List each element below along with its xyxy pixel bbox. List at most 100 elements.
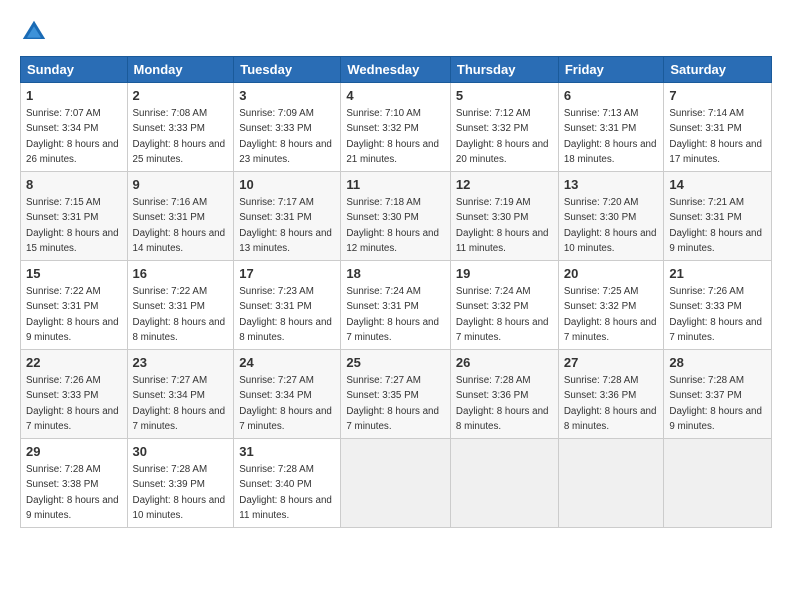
day-number: 31 [239,443,335,461]
calendar-cell: 18 Sunrise: 7:24 AMSunset: 3:31 PMDayligh… [341,261,451,350]
calendar-cell: 2 Sunrise: 7:08 AMSunset: 3:33 PMDaylight… [127,83,234,172]
calendar-cell: 26 Sunrise: 7:28 AMSunset: 3:36 PMDayligh… [450,350,558,439]
day-number: 15 [26,265,122,283]
day-number: 11 [346,176,445,194]
day-info: Sunrise: 7:28 AMSunset: 3:39 PMDaylight:… [133,464,226,521]
calendar-cell: 11 Sunrise: 7:18 AMSunset: 3:30 PMDayligh… [341,172,451,261]
logo [20,18,52,46]
calendar-week-4: 22Sunrise: 7:26 AMSunset: 3:33 PMDayligh… [21,350,772,439]
day-number: 24 [239,354,335,372]
day-number: 1 [26,87,122,105]
day-info: Sunrise: 7:20 AMSunset: 3:30 PMDaylight:… [564,197,657,254]
day-number: 19 [456,265,553,283]
day-info: Sunrise: 7:17 AMSunset: 3:31 PMDaylight:… [239,197,332,254]
calendar-cell: 30Sunrise: 7:28 AMSunset: 3:39 PMDayligh… [127,439,234,528]
calendar-cell: 27Sunrise: 7:28 AMSunset: 3:36 PMDayligh… [558,350,664,439]
day-info: Sunrise: 7:28 AMSunset: 3:38 PMDaylight:… [26,464,119,521]
day-number: 13 [564,176,659,194]
day-info: Sunrise: 7:26 AMSunset: 3:33 PMDaylight:… [669,286,762,343]
day-number: 12 [456,176,553,194]
calendar-cell: 14 Sunrise: 7:21 AMSunset: 3:31 PMDayligh… [664,172,772,261]
day-info: Sunrise: 7:15 AMSunset: 3:31 PMDaylight:… [26,197,119,254]
day-info: Sunrise: 7:14 AMSunset: 3:31 PMDaylight:… [669,108,762,165]
day-info: Sunrise: 7:28 AMSunset: 3:37 PMDaylight:… [669,375,762,432]
day-info: Sunrise: 7:25 AMSunset: 3:32 PMDaylight:… [564,286,657,343]
calendar-cell: 7 Sunrise: 7:14 AMSunset: 3:31 PMDaylight… [664,83,772,172]
day-info: Sunrise: 7:26 AMSunset: 3:33 PMDaylight:… [26,375,119,432]
day-number: 14 [669,176,766,194]
day-info: Sunrise: 7:22 AMSunset: 3:31 PMDaylight:… [26,286,119,343]
day-number: 29 [26,443,122,461]
calendar-cell: 8Sunrise: 7:15 AMSunset: 3:31 PMDaylight… [21,172,128,261]
day-number: 2 [133,87,229,105]
day-number: 27 [564,354,659,372]
calendar-cell: 22Sunrise: 7:26 AMSunset: 3:33 PMDayligh… [21,350,128,439]
day-info: Sunrise: 7:13 AMSunset: 3:31 PMDaylight:… [564,108,657,165]
day-info: Sunrise: 7:21 AMSunset: 3:31 PMDaylight:… [669,197,762,254]
day-number: 17 [239,265,335,283]
header-day-thursday: Thursday [450,57,558,83]
calendar-cell: 15 Sunrise: 7:22 AMSunset: 3:31 PMDayligh… [21,261,128,350]
calendar-cell [450,439,558,528]
day-number: 3 [239,87,335,105]
calendar-cell: 5 Sunrise: 7:12 AMSunset: 3:32 PMDaylight… [450,83,558,172]
day-number: 4 [346,87,445,105]
day-info: Sunrise: 7:28 AMSunset: 3:36 PMDaylight:… [456,375,549,432]
header-day-monday: Monday [127,57,234,83]
calendar-cell: 28Sunrise: 7:28 AMSunset: 3:37 PMDayligh… [664,350,772,439]
calendar-cell: 6 Sunrise: 7:13 AMSunset: 3:31 PMDaylight… [558,83,664,172]
day-number: 6 [564,87,659,105]
header-day-sunday: Sunday [21,57,128,83]
day-info: Sunrise: 7:09 AMSunset: 3:33 PMDaylight:… [239,108,332,165]
day-info: Sunrise: 7:24 AMSunset: 3:31 PMDaylight:… [346,286,439,343]
day-info: Sunrise: 7:27 AMSunset: 3:35 PMDaylight:… [346,375,439,432]
calendar-week-5: 29 Sunrise: 7:28 AMSunset: 3:38 PMDayligh… [21,439,772,528]
page: SundayMondayTuesdayWednesdayThursdayFrid… [0,0,792,538]
calendar-cell: 4 Sunrise: 7:10 AMSunset: 3:32 PMDaylight… [341,83,451,172]
header-day-wednesday: Wednesday [341,57,451,83]
calendar-week-1: 1 Sunrise: 7:07 AMSunset: 3:34 PMDaylight… [21,83,772,172]
calendar-cell: 25 Sunrise: 7:27 AMSunset: 3:35 PMDayligh… [341,350,451,439]
day-number: 5 [456,87,553,105]
header [20,18,772,46]
calendar-cell: 17 Sunrise: 7:23 AMSunset: 3:31 PMDayligh… [234,261,341,350]
calendar-cell: 24 Sunrise: 7:27 AMSunset: 3:34 PMDayligh… [234,350,341,439]
day-info: Sunrise: 7:28 AMSunset: 3:40 PMDaylight:… [239,464,332,521]
calendar-cell: 19Sunrise: 7:24 AMSunset: 3:32 PMDayligh… [450,261,558,350]
calendar-week-3: 15 Sunrise: 7:22 AMSunset: 3:31 PMDayligh… [21,261,772,350]
calendar-cell: 13 Sunrise: 7:20 AMSunset: 3:30 PMDayligh… [558,172,664,261]
calendar-cell [664,439,772,528]
day-number: 18 [346,265,445,283]
calendar-cell [341,439,451,528]
day-info: Sunrise: 7:16 AMSunset: 3:31 PMDaylight:… [133,197,226,254]
calendar-cell [558,439,664,528]
day-info: Sunrise: 7:18 AMSunset: 3:30 PMDaylight:… [346,197,439,254]
logo-icon [20,18,48,46]
calendar-header-row: SundayMondayTuesdayWednesdayThursdayFrid… [21,57,772,83]
calendar-body: 1 Sunrise: 7:07 AMSunset: 3:34 PMDaylight… [21,83,772,528]
day-number: 7 [669,87,766,105]
day-info: Sunrise: 7:07 AMSunset: 3:34 PMDaylight:… [26,108,119,165]
calendar-cell: 12Sunrise: 7:19 AMSunset: 3:30 PMDayligh… [450,172,558,261]
header-day-friday: Friday [558,57,664,83]
day-number: 26 [456,354,553,372]
day-number: 21 [669,265,766,283]
calendar-cell: 29 Sunrise: 7:28 AMSunset: 3:38 PMDayligh… [21,439,128,528]
day-info: Sunrise: 7:12 AMSunset: 3:32 PMDaylight:… [456,108,549,165]
day-number: 10 [239,176,335,194]
day-number: 20 [564,265,659,283]
day-number: 25 [346,354,445,372]
day-info: Sunrise: 7:27 AMSunset: 3:34 PMDaylight:… [239,375,332,432]
header-day-tuesday: Tuesday [234,57,341,83]
day-info: Sunrise: 7:23 AMSunset: 3:31 PMDaylight:… [239,286,332,343]
calendar-cell: 16Sunrise: 7:22 AMSunset: 3:31 PMDayligh… [127,261,234,350]
day-info: Sunrise: 7:10 AMSunset: 3:32 PMDaylight:… [346,108,439,165]
calendar-cell: 21 Sunrise: 7:26 AMSunset: 3:33 PMDayligh… [664,261,772,350]
day-info: Sunrise: 7:27 AMSunset: 3:34 PMDaylight:… [133,375,226,432]
calendar-table: SundayMondayTuesdayWednesdayThursdayFrid… [20,56,772,528]
calendar-cell: 31 Sunrise: 7:28 AMSunset: 3:40 PMDayligh… [234,439,341,528]
day-number: 16 [133,265,229,283]
calendar-cell: 20 Sunrise: 7:25 AMSunset: 3:32 PMDayligh… [558,261,664,350]
day-info: Sunrise: 7:08 AMSunset: 3:33 PMDaylight:… [133,108,226,165]
calendar-week-2: 8Sunrise: 7:15 AMSunset: 3:31 PMDaylight… [21,172,772,261]
